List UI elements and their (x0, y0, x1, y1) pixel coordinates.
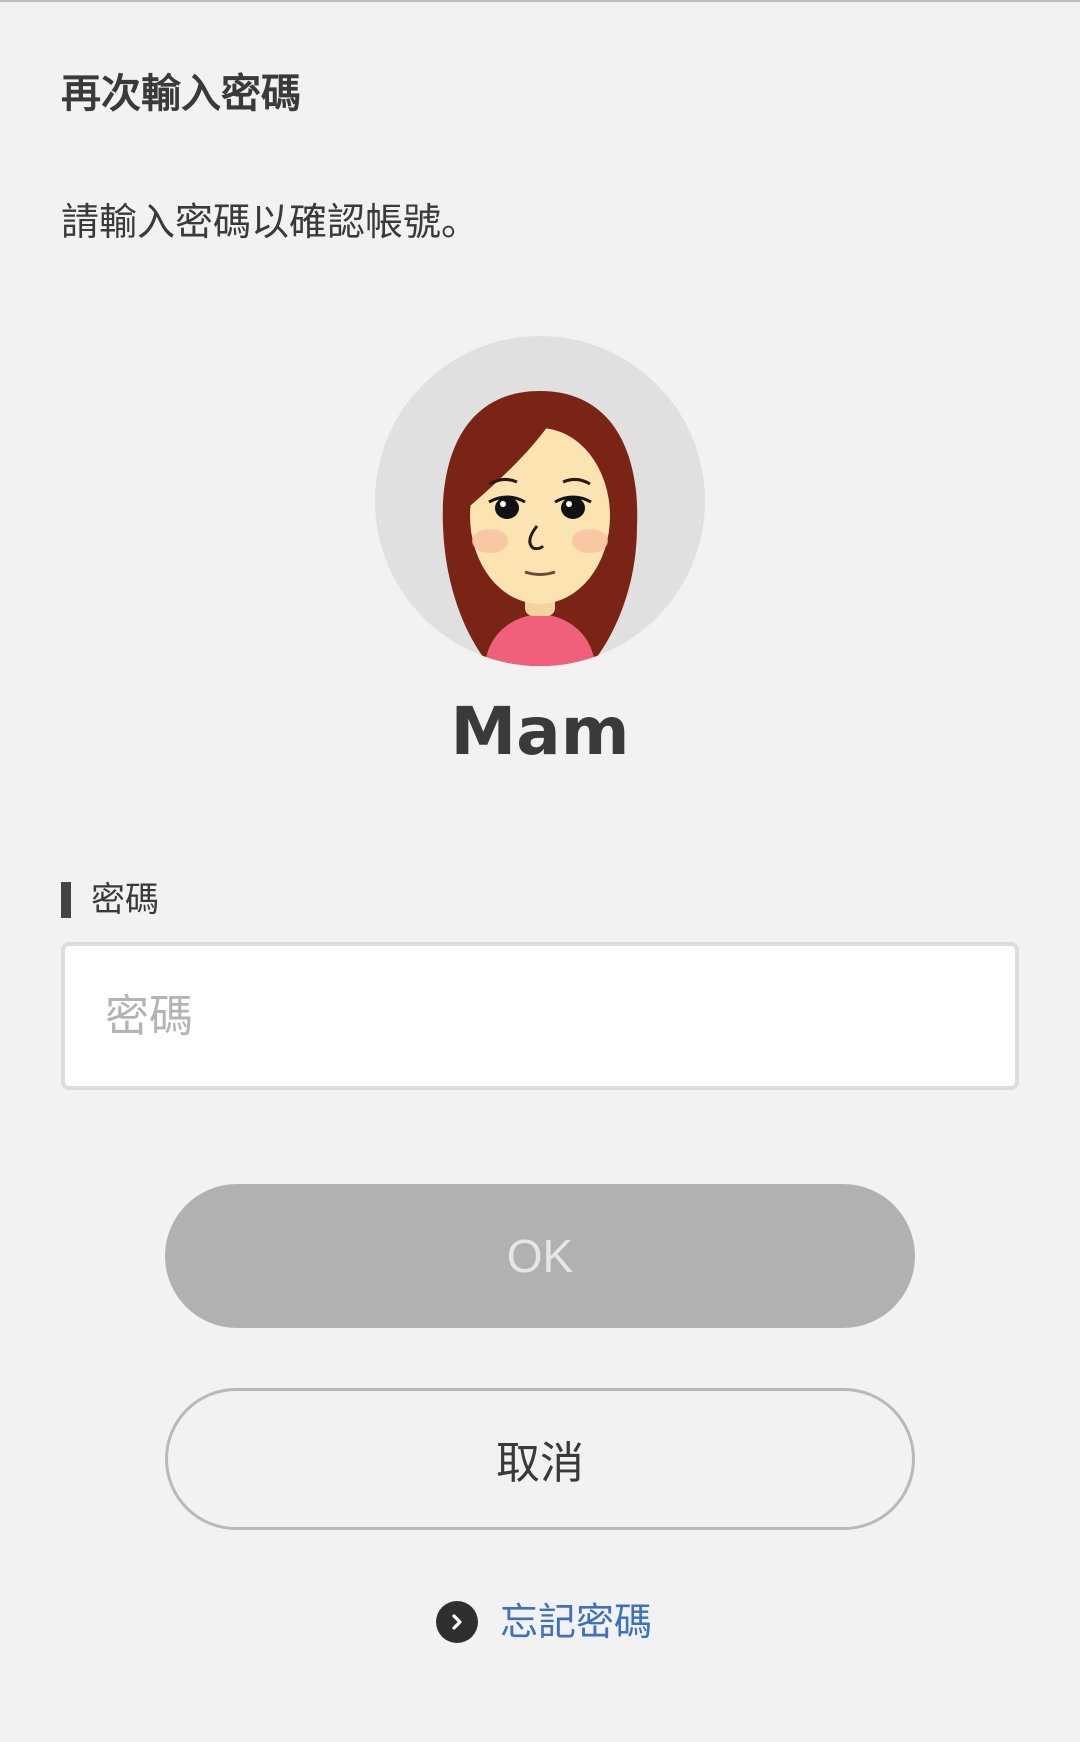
chevron-right-circle-icon (436, 1601, 478, 1643)
mii-avatar-icon (442, 391, 638, 666)
instruction-text: 請輸入密碼以確認帳號。 (61, 200, 480, 244)
password-label: 密碼 (61, 880, 159, 920)
forgot-password-label: 忘記密碼 (500, 1600, 653, 1644)
cancel-button[interactable]: 取消 (165, 1388, 915, 1530)
page-title: 再次輸入密碼 (61, 71, 301, 117)
top-divider (0, 0, 1080, 2)
ok-button[interactable]: OK (165, 1184, 915, 1328)
forgot-password-link[interactable]: 忘記密碼 (436, 1598, 652, 1646)
password-input[interactable] (61, 942, 1019, 1090)
label-marker (61, 882, 71, 918)
password-label-text: 密碼 (91, 880, 159, 920)
user-name: Mam (450, 693, 630, 770)
avatar (375, 336, 705, 666)
